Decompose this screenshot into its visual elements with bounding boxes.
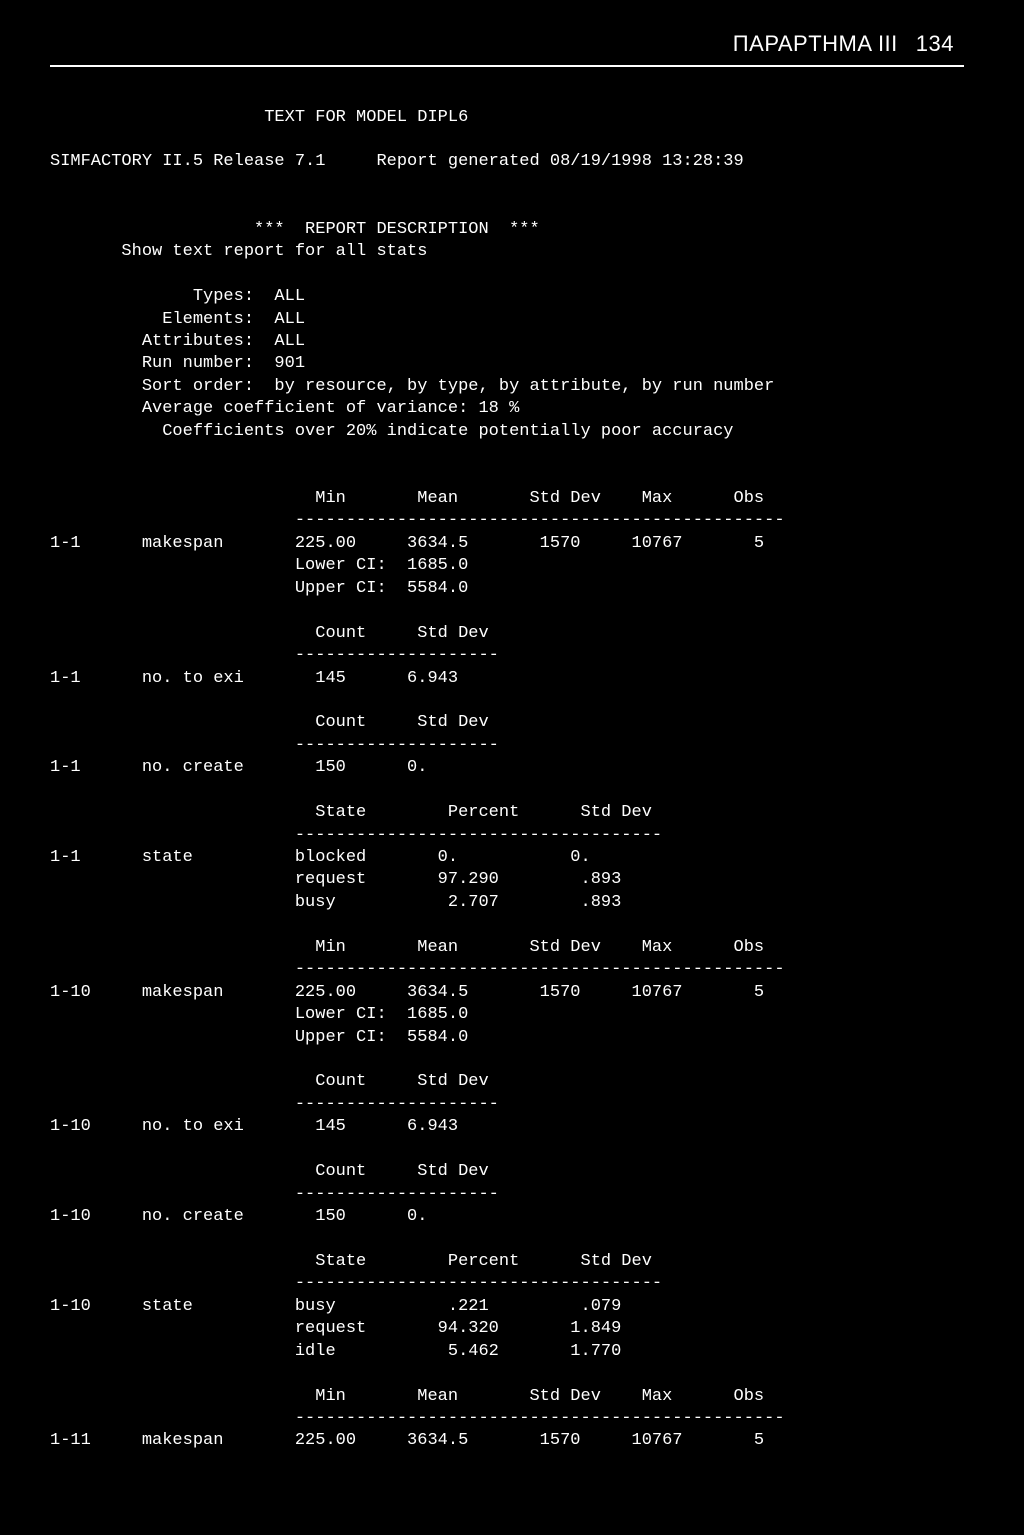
- elements-line: Elements: ALL: [50, 310, 305, 329]
- avg-line: Average coefficient of variance: 18 %: [50, 399, 519, 418]
- table-row: --------------------: [50, 1095, 499, 1114]
- page-header: ΠΑΡΑΡΤΗΜΑ III 134: [50, 30, 964, 67]
- desc-header: *** REPORT DESCRIPTION ***: [50, 220, 540, 239]
- table-row: ----------------------------------------…: [50, 960, 785, 979]
- table-row: 1-1 state blocked 0. 0.: [50, 848, 591, 867]
- attributes-line: Attributes: ALL: [50, 332, 305, 351]
- table-row: 1-10 makespan 225.00 3634.5 1570 10767 5: [50, 983, 764, 1002]
- table-row: 1-11 makespan 225.00 3634.5 1570 10767 5: [50, 1431, 764, 1450]
- table-row: ------------------------------------: [50, 826, 662, 845]
- sort-line: Sort order: by resource, by type, by att…: [50, 377, 774, 396]
- table-row: Count Std Dev: [50, 713, 489, 732]
- table-row: 1-1 no. to exi 145 6.943: [50, 669, 458, 688]
- table-row: --------------------: [50, 646, 499, 665]
- table-row: request 94.320 1.849: [50, 1319, 621, 1338]
- table-row: ----------------------------------------…: [50, 1409, 785, 1428]
- table-row: 1-10 no. to exi 145 6.943: [50, 1117, 458, 1136]
- table-row: State Percent Std Dev: [50, 1252, 652, 1271]
- table-row: ------------------------------------: [50, 1274, 662, 1293]
- table-row: 1-1 no. create 150 0.: [50, 758, 427, 777]
- table-row: --------------------: [50, 736, 499, 755]
- table-row: 1-1 makespan 225.00 3634.5 1570 10767 5: [50, 534, 764, 553]
- desc-line: Show text report for all stats: [50, 242, 427, 261]
- table-row: 1-10 state busy .221 .079: [50, 1297, 621, 1316]
- table-row: busy 2.707 .893: [50, 893, 621, 912]
- table-row: Count Std Dev: [50, 624, 489, 643]
- run-line: Run number: 901: [50, 354, 305, 373]
- table-row: --------------------: [50, 1185, 499, 1204]
- table-row: Lower CI: 1685.0: [50, 556, 468, 575]
- table-row: State Percent Std Dev: [50, 803, 652, 822]
- table-row: Upper CI: 5584.0: [50, 579, 468, 598]
- header-page-number: 134: [916, 31, 954, 56]
- model-line: TEXT FOR MODEL DIPL6: [50, 108, 468, 127]
- table-row: request 97.290 .893: [50, 870, 621, 889]
- types-line: Types: ALL: [50, 287, 305, 306]
- table-row: Min Mean Std Dev Max Obs: [50, 1387, 764, 1406]
- table-row: Count Std Dev: [50, 1162, 489, 1181]
- table-row: Upper CI: 5584.0: [50, 1028, 468, 1047]
- table-row: idle 5.462 1.770: [50, 1342, 621, 1361]
- report-block: TEXT FOR MODEL DIPL6 SIMFACTORY II.5 Rel…: [50, 107, 964, 1453]
- coef-line: Coefficients over 20% indicate potential…: [50, 422, 734, 441]
- table-row: Min Mean Std Dev Max Obs: [50, 489, 764, 508]
- table-row: 1-10 no. create 150 0.: [50, 1207, 427, 1226]
- table-row: ----------------------------------------…: [50, 511, 785, 530]
- header-title: ΠΑΡΑΡΤΗΜΑ III: [733, 31, 898, 56]
- sim-line: SIMFACTORY II.5 Release 7.1 Report gener…: [50, 152, 744, 171]
- page: ΠΑΡΑΡΤΗΜΑ III 134 TEXT FOR MODEL DIPL6 SI…: [0, 0, 1024, 1513]
- table-row: Min Mean Std Dev Max Obs: [50, 938, 764, 957]
- table-row: Lower CI: 1685.0: [50, 1005, 468, 1024]
- table-row: Count Std Dev: [50, 1072, 489, 1091]
